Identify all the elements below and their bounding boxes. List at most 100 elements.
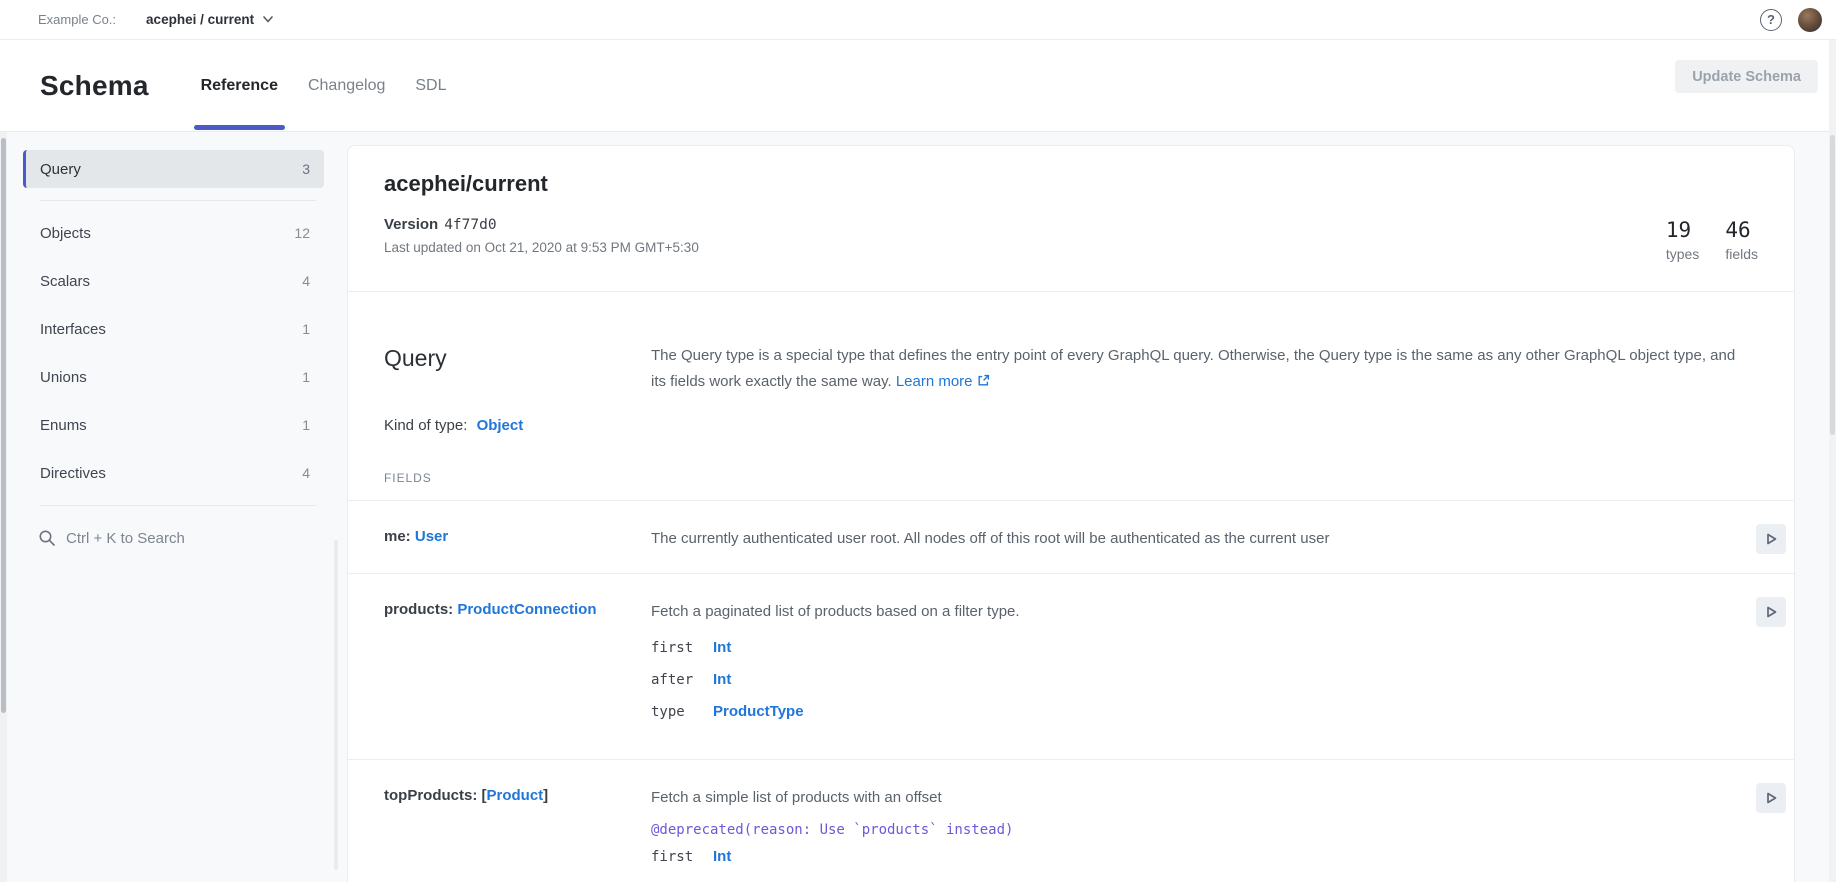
active-tab-indicator <box>194 125 285 130</box>
left-scrollbar-track[interactable] <box>0 132 7 882</box>
update-schema-button[interactable]: Update Schema <box>1675 60 1818 93</box>
graph-title: acephei/current <box>384 169 1758 199</box>
sidebar-item-objects[interactable]: Objects 12 <box>23 209 324 257</box>
left-scrollbar-thumb[interactable] <box>1 138 6 713</box>
kind-label: Kind of type: <box>384 417 467 434</box>
field-name: topProducts: <box>384 787 477 804</box>
version-value: 4f77d0 <box>444 217 496 233</box>
tab-changelog[interactable]: Changelog <box>293 40 400 131</box>
type-description: The Query type is a special type that de… <box>651 343 1751 396</box>
field-arguments: first Int after Int type ProductType <box>651 639 1756 723</box>
graph-selector-label: acephei / current <box>146 12 254 27</box>
argument-type-link[interactable]: Int <box>713 671 731 688</box>
argument-row: after Int <box>651 671 1756 691</box>
page-header: Schema Reference Changelog SDL Update Sc… <box>0 40 1836 132</box>
stat-types-label: types <box>1666 246 1699 262</box>
graph-summary-header: acephei/current Version4f77d0 Last updat… <box>348 146 1794 292</box>
argument-row: first Int <box>651 848 1756 868</box>
argument-type-link[interactable]: Int <box>713 848 731 865</box>
graph-selector[interactable]: acephei / current <box>146 12 273 27</box>
argument-name: first <box>651 849 713 865</box>
tab-sdl[interactable]: SDL <box>400 40 461 131</box>
schema-stats: 19 types 46 fields <box>1666 218 1758 262</box>
deprecated-annotation: @deprecated(reason: Use `products` inste… <box>651 822 1756 838</box>
field-row-topproducts: topProducts: [Product] Fetch a simple li… <box>348 760 1794 882</box>
sidebar-item-count: 12 <box>294 225 310 241</box>
tab-bar: Reference Changelog SDL <box>186 40 462 131</box>
field-details: Fetch a paginated list of products based… <box>651 574 1756 759</box>
field-description: The currently authenticated user root. A… <box>651 528 1756 549</box>
fields-heading: FIELDS <box>348 434 1794 485</box>
sidebar-item-label: Query <box>40 161 81 178</box>
tab-reference[interactable]: Reference <box>186 40 293 131</box>
tab-changelog-label: Changelog <box>308 77 385 95</box>
field-row-me: me: User The currently authenticated use… <box>348 501 1794 574</box>
field-signature: products: ProductConnection <box>384 574 651 759</box>
help-icon[interactable]: ? <box>1760 9 1782 31</box>
sidebar-item-unions[interactable]: Unions 1 <box>23 353 324 401</box>
chevron-down-icon <box>263 16 273 23</box>
sidebar-item-scalars[interactable]: Scalars 4 <box>23 257 324 305</box>
field-type-link[interactable]: ProductConnection <box>457 601 596 618</box>
run-in-explorer-button[interactable] <box>1756 783 1786 813</box>
top-bar: Example Co.: acephei / current ? <box>0 0 1836 40</box>
topbar-right: ? <box>1760 8 1822 32</box>
sidebar-item-directives[interactable]: Directives 4 <box>23 449 324 497</box>
search-hint: Ctrl + K to Search <box>66 530 185 547</box>
tab-reference-label: Reference <box>201 77 278 95</box>
field-details: Fetch a simple list of products with an … <box>651 760 1756 882</box>
avatar[interactable] <box>1798 8 1822 32</box>
argument-type-link[interactable]: Int <box>713 639 731 656</box>
field-name: products: <box>384 601 453 618</box>
field-description: Fetch a simple list of products with an … <box>651 787 1756 808</box>
argument-row: first Int <box>651 639 1756 659</box>
last-updated: Last updated on Oct 21, 2020 at 9:53 PM … <box>384 240 1758 255</box>
learn-more-label: Learn more <box>896 373 973 390</box>
type-description-text: The Query type is a special type that de… <box>651 347 1735 390</box>
play-icon <box>1763 604 1779 620</box>
field-signature: me: User <box>384 501 651 573</box>
field-name: me: <box>384 528 411 545</box>
version-row: Version4f77d0 <box>384 216 1758 233</box>
argument-name: first <box>651 640 713 656</box>
sidebar-item-count: 4 <box>302 465 310 481</box>
sidebar-item-label: Enums <box>40 417 87 434</box>
tab-sdl-label: SDL <box>415 77 446 95</box>
field-type-link[interactable]: Product <box>487 787 544 804</box>
stat-types: 19 types <box>1666 218 1699 262</box>
page-scrollbar-thumb[interactable] <box>1830 135 1835 435</box>
argument-type-link[interactable]: ProductType <box>713 703 804 720</box>
run-in-explorer-button[interactable] <box>1756 597 1786 627</box>
argument-row: type ProductType <box>651 703 1756 723</box>
sidebar-scrollbar-thumb[interactable] <box>334 540 338 870</box>
learn-more-link[interactable]: Learn more <box>896 373 990 390</box>
kind-of-type-row: Kind of type: Object <box>348 396 1794 434</box>
sidebar-divider <box>40 505 316 506</box>
field-details: The currently authenticated user root. A… <box>651 501 1756 573</box>
argument-name: after <box>651 672 713 688</box>
type-name: Query <box>384 343 651 373</box>
schema-type-sidebar: Query 3 Objects 12 Scalars 4 Interfaces … <box>7 132 340 882</box>
play-icon <box>1763 531 1779 547</box>
type-header: Query The Query type is a special type t… <box>348 292 1794 396</box>
argument-name: type <box>651 704 713 720</box>
search-button[interactable]: Ctrl + K to Search <box>23 514 324 562</box>
sidebar-item-count: 1 <box>302 417 310 433</box>
stat-fields: 46 fields <box>1725 218 1758 262</box>
kind-value-link[interactable]: Object <box>477 417 524 434</box>
field-arguments: first Int <box>651 848 1756 868</box>
sidebar-item-enums[interactable]: Enums 1 <box>23 401 324 449</box>
page-scrollbar-track[interactable] <box>1829 40 1836 882</box>
sidebar-item-interfaces[interactable]: Interfaces 1 <box>23 305 324 353</box>
play-icon <box>1763 790 1779 806</box>
type-name-column: Query <box>384 343 651 396</box>
field-type-link[interactable]: User <box>415 528 448 545</box>
sidebar-item-label: Unions <box>40 369 87 386</box>
search-icon <box>38 529 56 547</box>
field-row-products: products: ProductConnection Fetch a pagi… <box>348 574 1794 760</box>
sidebar-item-label: Scalars <box>40 273 90 290</box>
sidebar-item-label: Interfaces <box>40 321 106 338</box>
sidebar-item-query[interactable]: Query 3 <box>23 150 324 188</box>
run-in-explorer-button[interactable] <box>1756 524 1786 554</box>
schema-reference-card: acephei/current Version4f77d0 Last updat… <box>347 145 1795 882</box>
